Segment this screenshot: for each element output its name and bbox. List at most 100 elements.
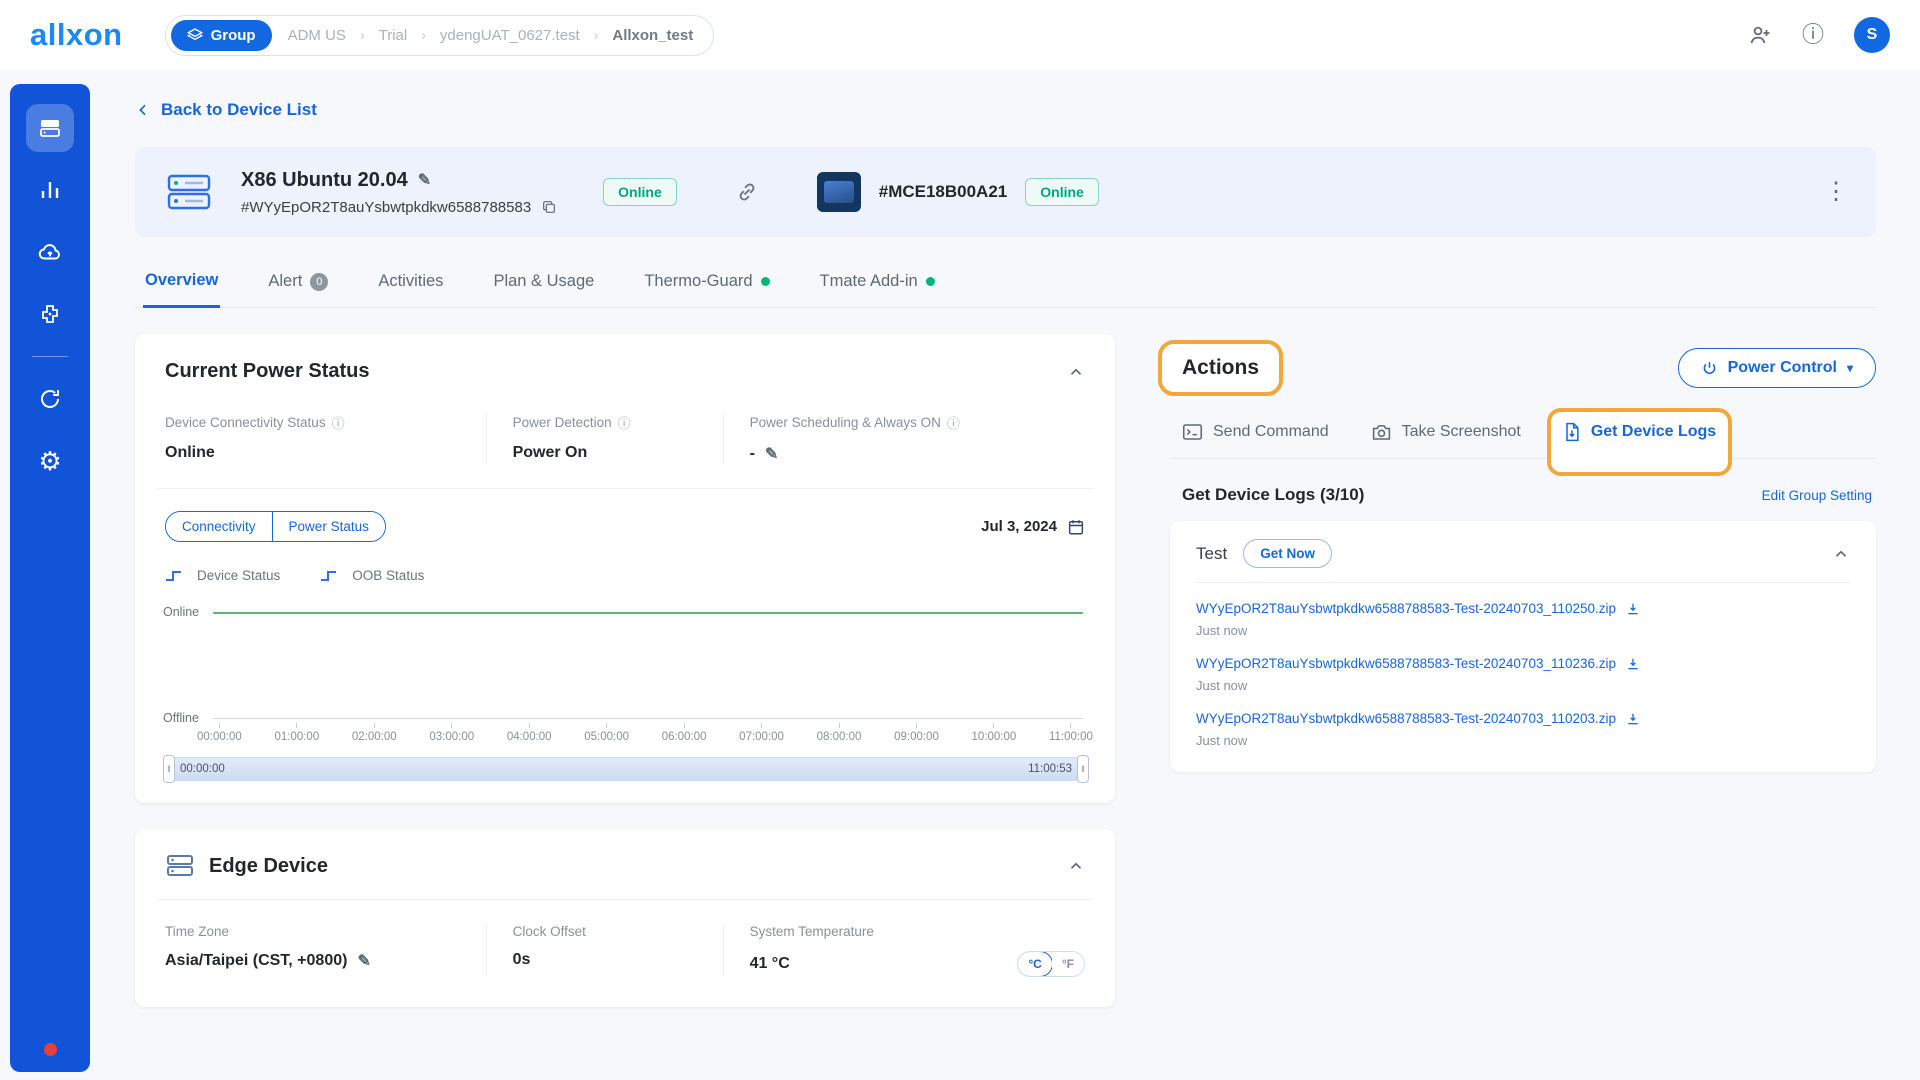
device-status-badge: Online [603, 178, 677, 206]
logs-count: (3/10) [1320, 485, 1364, 504]
time-range-slider[interactable]: 00:00:00 11:00:53 ‖ ‖ [169, 757, 1083, 781]
edit-timezone-icon[interactable]: ✎ [357, 951, 370, 971]
tab-thermo-guard[interactable]: Thermo-Guard [642, 265, 771, 307]
help-info-icon[interactable]: ⓘ [1802, 24, 1824, 46]
sidebar: ⚙ [10, 84, 90, 1072]
edit-schedule-icon[interactable]: ✎ [765, 444, 778, 464]
log-timestamp: Just now [1196, 733, 1850, 748]
device-name: X86 Ubuntu 20.04 [241, 169, 408, 192]
unit-fahrenheit[interactable]: °F [1052, 952, 1084, 976]
toggle-power-status[interactable]: Power Status [272, 512, 385, 541]
legend-oob-status[interactable]: OOB Status [320, 568, 424, 583]
slider-handle-left[interactable]: ‖ [163, 755, 175, 783]
edit-group-setting-link[interactable]: Edit Group Setting [1762, 488, 1872, 503]
sidebar-item-devices[interactable] [26, 104, 74, 152]
breadcrumb: Group ADM US › Trial › ydengUAT_0627.tes… [165, 15, 715, 56]
breadcrumb-item[interactable]: Trial [379, 27, 408, 44]
log-item: WYyEpOR2T8auYsbwtpkdkw6588788583-Test-20… [1196, 601, 1850, 638]
y-axis-online-label: Online [163, 605, 199, 619]
edge-card-title: Edge Device [209, 855, 328, 878]
chevron-left-icon [135, 102, 151, 118]
chevron-right-icon: › [360, 27, 365, 43]
camera-icon [1371, 423, 1392, 441]
collapse-chevron-icon[interactable] [1067, 857, 1085, 875]
clock-offset-value: 0s [513, 951, 723, 969]
tab-activities[interactable]: Activities [376, 265, 445, 307]
sidebar-item-updates[interactable] [26, 375, 74, 423]
annotation-box-get-device-logs [1547, 408, 1732, 476]
tab-get-device-logs[interactable]: Get Device Logs [1563, 422, 1716, 442]
tab-tmate-addin[interactable]: Tmate Add-in [818, 265, 937, 307]
sidebar-item-settings[interactable]: ⚙ [26, 437, 74, 485]
log-timestamp: Just now [1196, 678, 1850, 693]
group-pill[interactable]: Group [171, 20, 272, 51]
range-end-label: 11:00:53 [1028, 758, 1072, 780]
power-control-button[interactable]: Power Control ▾ [1678, 348, 1876, 388]
tab-take-screenshot[interactable]: Take Screenshot [1371, 423, 1521, 441]
log-file-link[interactable]: WYyEpOR2T8auYsbwtpkdkw6588788583-Test-20… [1196, 711, 1616, 726]
breadcrumb-item[interactable]: ADM US [288, 27, 346, 44]
kebab-menu-icon[interactable]: ⋮ [1824, 180, 1848, 204]
toggle-connectivity[interactable]: Connectivity [166, 512, 272, 541]
group-pill-label: Group [211, 27, 256, 44]
download-icon[interactable] [1626, 712, 1640, 726]
breadcrumb-item[interactable]: ydengUAT_0627.test [440, 27, 580, 44]
tab-plan-usage[interactable]: Plan & Usage [491, 265, 596, 307]
sidebar-item-plugins[interactable] [26, 290, 74, 338]
current-power-status-card: Current Power Status Device Connectivity… [135, 334, 1115, 803]
sidebar-item-ota-cloud[interactable] [26, 228, 74, 276]
allxon-logo: allxon [30, 17, 123, 53]
tab-alert[interactable]: Alert0 [266, 265, 330, 307]
alert-count-badge: 0 [310, 273, 328, 291]
oob-status-badge: Online [1025, 178, 1099, 206]
unit-celsius[interactable]: °C [1017, 951, 1052, 977]
slider-handle-right[interactable]: ‖ [1077, 755, 1089, 783]
edit-device-name-icon[interactable]: ✎ [418, 170, 431, 190]
tab-overview[interactable]: Overview [143, 265, 220, 308]
sidebar-divider [32, 356, 68, 357]
info-icon[interactable]: ⓘ [332, 413, 345, 432]
collapse-chevron-icon[interactable] [1832, 545, 1850, 563]
x-axis-line [213, 718, 1083, 719]
clock-offset-label: Clock Offset [513, 924, 586, 939]
download-icon[interactable] [1626, 657, 1640, 671]
online-series-line [213, 612, 1083, 614]
x-axis-tick-labels: 00:00:0001:00:00 02:00:0003:00:00 04:00:… [197, 723, 1093, 743]
cloud-upload-icon [37, 239, 63, 265]
edge-device-icon [165, 853, 195, 879]
tab-send-command[interactable]: Send Command [1182, 423, 1329, 441]
actions-title: Actions [1182, 356, 1259, 380]
sidebar-item-analytics[interactable] [26, 166, 74, 214]
legend-device-status[interactable]: Device Status [165, 568, 280, 583]
get-now-button[interactable]: Get Now [1243, 539, 1332, 568]
range-start-label: 00:00:00 [180, 758, 225, 780]
copy-icon[interactable] [541, 199, 557, 215]
log-file-link[interactable]: WYyEpOR2T8auYsbwtpkdkw6588788583-Test-20… [1196, 656, 1616, 671]
link-icon [735, 180, 759, 204]
device-logs-card: Test Get Now WYyEpOR2T8auYsbwtpkdkw65887… [1170, 521, 1876, 772]
download-icon[interactable] [1626, 602, 1640, 616]
chevron-right-icon: › [594, 27, 599, 43]
calendar-icon [1067, 518, 1085, 536]
power-control-label: Power Control [1728, 359, 1837, 377]
connectivity-status-value: Online [165, 444, 486, 462]
action-tabs: Send Command Take Screenshot Get Device … [1170, 422, 1876, 459]
info-icon[interactable]: ⓘ [947, 413, 960, 432]
y-axis-offline-label: Offline [163, 711, 199, 725]
connectivity-chart: Online Offline 00:00:0001:00:00 02:00:00… [157, 597, 1093, 749]
invite-user-icon[interactable] [1748, 23, 1772, 47]
connectivity-status-label: Device Connectivity Status [165, 415, 326, 430]
file-download-icon [1563, 422, 1581, 442]
time-zone-label: Time Zone [165, 924, 229, 939]
system-temperature-label: System Temperature [750, 924, 874, 939]
log-file-link[interactable]: WYyEpOR2T8auYsbwtpkdkw6588788583-Test-20… [1196, 601, 1616, 616]
power-scheduling-value: - [750, 445, 755, 463]
status-dot [44, 1043, 57, 1056]
back-to-device-list-link[interactable]: Back to Device List [135, 100, 317, 120]
oob-device-id: #MCE18B00A21 [879, 182, 1008, 202]
collapse-chevron-icon[interactable] [1067, 363, 1085, 381]
info-icon[interactable]: ⓘ [618, 413, 631, 432]
avatar[interactable]: S [1854, 17, 1890, 53]
power-icon [1701, 360, 1718, 377]
date-picker[interactable]: Jul 3, 2024 [981, 518, 1085, 536]
